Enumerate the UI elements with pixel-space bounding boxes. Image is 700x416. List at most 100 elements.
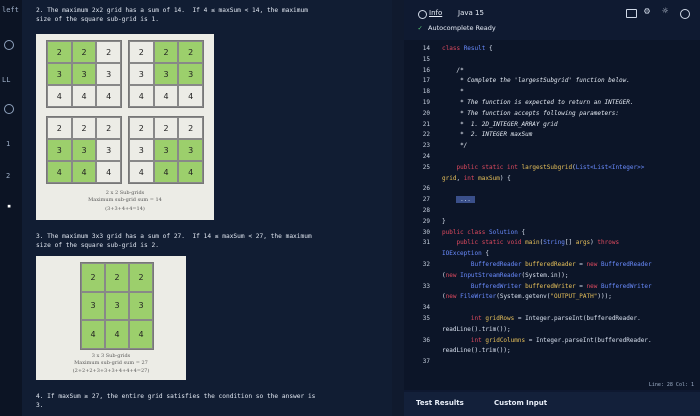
code-text: public class Solution { <box>442 228 526 236</box>
code-line[interactable]: 20 * The function accepts following para… <box>404 109 700 119</box>
grid-cell: 4 <box>153 161 179 183</box>
sidebar-item-ll[interactable]: LL <box>2 76 24 84</box>
grid-cell: 3 <box>153 139 179 161</box>
code-text: * The function is expected to return an … <box>460 99 634 106</box>
code-line[interactable]: 25 public static int largestSubgrid(List… <box>404 163 700 173</box>
code-text: * The function accepts following paramet… <box>460 109 620 117</box>
line-number: 24 <box>422 153 430 160</box>
code-text: int gridColumns = Integer.parseInt(buffe… <box>470 336 652 344</box>
grid-cell: 4 <box>71 161 97 183</box>
code-line[interactable]: 34 <box>404 303 700 313</box>
line-number: 35 <box>422 315 430 322</box>
left-sidebar: left LL 1 2 ▪ <box>0 0 22 416</box>
grid-cell: 2 <box>129 41 154 63</box>
code-text: IOException { <box>442 250 489 258</box>
code-line[interactable]: 23 */ <box>404 141 700 151</box>
grid-cell: 3 <box>47 63 72 85</box>
grid-cell: 4 <box>96 161 121 183</box>
info-circle-icon[interactable] <box>4 104 14 114</box>
grid-cell: 2 <box>96 117 121 139</box>
tab-custom-input[interactable]: Custom Input <box>494 399 547 407</box>
code-text: (new FileWriter(System.getenv("OUTPUT_PA… <box>442 293 612 301</box>
code-line[interactable]: 16 /* <box>404 66 700 76</box>
grid-cell: 3 <box>153 63 179 85</box>
code-line[interactable]: 18 * <box>404 87 700 97</box>
code-line[interactable]: 33 BufferedWriter bufferedWriter = new B… <box>404 282 700 292</box>
code-text: grid, int maxSum) { <box>442 174 511 182</box>
line-number: 28 <box>422 207 430 214</box>
grid-cell: 3 <box>96 139 121 161</box>
code-line[interactable]: IOException { <box>404 249 700 259</box>
theme-icon[interactable]: ☼ <box>662 6 668 17</box>
line-number: 34 <box>422 304 430 312</box>
code-line[interactable]: 22 * 2. INTEGER maxSum <box>404 130 700 140</box>
figure-caption: 3 x 3 Sub-grids <box>91 353 131 359</box>
grid-cell: 3 <box>178 139 203 161</box>
grid-cell: 4 <box>129 320 153 349</box>
keyboard-icon[interactable] <box>626 9 637 18</box>
grid-cell: 3 <box>71 139 97 161</box>
code-line[interactable]: 14 class Result { <box>404 44 700 54</box>
line-number: 36 <box>422 336 430 344</box>
line-number: 15 <box>422 55 430 63</box>
editor-toolbar: Info Java 15 ✓ Autocomplete Ready ⚙ ☼ <box>404 0 700 40</box>
grid-cell: 4 <box>47 161 72 183</box>
code-line[interactable]: grid, int maxSum) { <box>404 174 700 184</box>
grid-cell: 4 <box>81 320 105 349</box>
fullscreen-icon[interactable] <box>680 9 690 19</box>
grid-cell: 4 <box>178 85 203 107</box>
sub-grid: 222333444 <box>46 116 122 184</box>
code-line[interactable]: 32 BufferedReader bufferedReader = new B… <box>404 260 700 270</box>
tab-test-results[interactable]: Test Results <box>416 399 464 407</box>
line-number: 20 <box>422 109 430 117</box>
grid-cell: 2 <box>153 117 179 139</box>
code-line[interactable]: 21 * 1. 2D_INTEGER_ARRAY grid <box>404 120 700 130</box>
code-line[interactable]: 26 <box>404 184 700 194</box>
settings-icon[interactable]: ⚙ <box>644 6 650 17</box>
sub-grid: 222333444 <box>80 262 154 350</box>
code-line[interactable]: 36 int gridColumns = Integer.parseInt(bu… <box>404 336 700 346</box>
language-select[interactable]: Java 15 <box>458 9 484 17</box>
code-line[interactable]: 29} <box>404 217 700 227</box>
code-text: } <box>442 217 446 225</box>
code-line[interactable]: 17 * Complete the 'largestSubgrid' funct… <box>404 76 700 86</box>
code-line[interactable]: 30 public class Solution { <box>404 228 700 238</box>
code-line[interactable]: 28 <box>404 206 700 216</box>
line-number: 26 <box>422 185 430 193</box>
code-text: int gridRows = Integer.parseInt(buffered… <box>470 315 641 322</box>
figure-2x2-subgrids: 222333444222333444222333444222333444 2 x… <box>36 34 214 220</box>
line-number: 30 <box>422 228 430 236</box>
problem-pane: 2. The maximum 2x2 grid has a sum of 14.… <box>22 0 392 416</box>
code-line[interactable]: (new InputStreamReader(System.in)); <box>404 271 700 281</box>
grid-cell: 4 <box>129 85 154 107</box>
grid-cell: 4 <box>178 161 203 183</box>
code-line[interactable]: readLine().trim()); <box>404 325 700 335</box>
grid-cell: 2 <box>71 41 97 63</box>
code-line[interactable]: 31 public static void main(String[] args… <box>404 238 700 248</box>
code-line[interactable]: 27 ... <box>404 195 700 205</box>
info-icon[interactable] <box>418 10 427 19</box>
circle-icon[interactable] <box>4 40 14 50</box>
code-text: BufferedWriter bufferedWriter = new Buff… <box>470 282 652 290</box>
code-line[interactable]: 35 int gridRows = Integer.parseInt(buffe… <box>404 314 700 324</box>
grid-cell: 3 <box>81 291 105 321</box>
code-text: class Result { <box>442 45 493 52</box>
code-editor[interactable]: 14 class Result {15 16 /* 17 * Complete the… <box>404 40 700 390</box>
code-line[interactable]: 19 * The function is expected to return … <box>404 98 700 108</box>
figure-caption: 2 x 2 Sub-grids <box>105 190 145 196</box>
code-text: public static void main(String[] args) t… <box>456 239 620 247</box>
sidebar-item-left[interactable]: left <box>2 6 24 14</box>
code-line[interactable]: 37 <box>404 357 700 367</box>
grid-cell: 2 <box>81 263 105 292</box>
grid-cell: 2 <box>47 117 72 139</box>
line-number: 16 <box>422 66 430 74</box>
code-line[interactable]: readLine().trim()); <box>404 346 700 356</box>
code-line[interactable]: (new FileWriter(System.getenv("OUTPUT_PA… <box>404 292 700 302</box>
code-line[interactable]: 24 <box>404 152 700 162</box>
code-text: public static int largestSubgrid(List<Li… <box>456 163 645 171</box>
info-link[interactable]: Info <box>429 9 442 17</box>
grid-cell: 3 <box>129 63 154 85</box>
code-text: * <box>460 88 464 96</box>
grid-cell: 2 <box>153 41 179 63</box>
code-line[interactable]: 15 <box>404 55 700 65</box>
